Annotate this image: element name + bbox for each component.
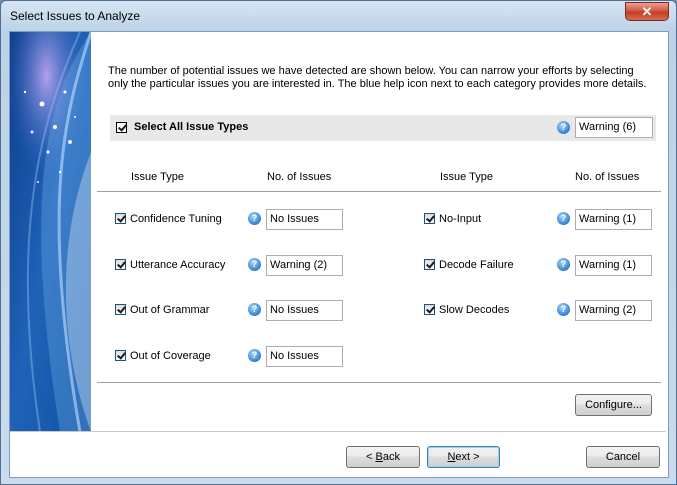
back-button[interactable]: < Back [346,446,420,468]
select-all-status-field: Warning (6) [575,117,653,138]
no-input-checkbox[interactable] [424,213,435,224]
out-of-coverage-checkbox[interactable] [115,350,126,361]
configure-button[interactable]: Configure... [575,394,652,416]
side-banner-art [10,32,91,432]
cancel-button[interactable]: Cancel [586,446,660,468]
content-panel: The number of potential issues we have d… [10,32,668,477]
confidence-tuning-checkbox[interactable] [115,213,126,224]
help-icon[interactable]: ? [248,258,261,271]
help-icon[interactable]: ? [557,121,570,134]
right-issue-type-header: Issue Type [440,171,493,183]
dialog-window: Select Issues to Analyze ✕ The number of… [0,0,677,485]
decode-failure-checkbox[interactable] [424,259,435,270]
footer-divider [10,431,666,432]
out-of-grammar-count-field: No Issues [266,300,343,321]
next-rest: ext > [455,451,480,463]
no-input-count-field: Warning (1) [575,209,652,230]
left-no-of-issues-header: No. of Issues [267,171,332,183]
confidence-tuning-label[interactable]: Confidence Tuning [130,213,222,225]
side-banner-image [10,32,91,432]
close-icon: ✕ [641,4,653,19]
out-of-coverage-count-field: No Issues [266,346,343,367]
utterance-accuracy-checkbox[interactable] [115,259,126,270]
slow-decodes-checkbox[interactable] [424,304,435,315]
left-issue-type-header: Issue Type [131,171,184,183]
out-of-grammar-label[interactable]: Out of Grammar [130,304,209,316]
slow-decodes-label[interactable]: Slow Decodes [439,304,509,316]
no-input-label[interactable]: No-Input [439,213,481,225]
back-mnemonic: B [375,451,383,463]
next-button[interactable]: Next > [427,446,500,468]
help-icon[interactable]: ? [248,349,261,362]
utterance-accuracy-count-field: Warning (2) [266,255,343,276]
back-rest: ack [382,451,400,463]
intro-text: The number of potential issues we have d… [108,65,647,90]
utterance-accuracy-label[interactable]: Utterance Accuracy [130,259,225,271]
select-all-label[interactable]: Select All Issue Types [134,121,248,133]
window-title: Select Issues to Analyze [10,9,141,23]
confidence-tuning-count-field: No Issues [266,209,343,230]
decode-failure-count-field: Warning (1) [575,255,652,276]
right-no-of-issues-header: No. of Issues [575,171,640,183]
title-bar[interactable]: Select Issues to Analyze ✕ [1,1,676,31]
dialog-client-area: The number of potential issues we have d… [9,31,669,478]
help-icon[interactable]: ? [248,212,261,225]
close-button[interactable]: ✕ [625,2,669,21]
help-icon[interactable]: ? [248,303,261,316]
help-icon[interactable]: ? [557,258,570,271]
out-of-grammar-checkbox[interactable] [115,304,126,315]
help-icon[interactable]: ? [557,303,570,316]
lower-divider [97,382,661,383]
header-divider [97,191,661,192]
decode-failure-label[interactable]: Decode Failure [439,259,514,271]
back-prefix: < [366,451,376,463]
select-all-bar: Select All Issue Types ? Warning (6) [110,115,656,141]
select-all-checkbox[interactable] [116,122,127,133]
slow-decodes-count-field: Warning (2) [575,300,652,321]
help-icon[interactable]: ? [557,212,570,225]
out-of-coverage-label[interactable]: Out of Coverage [130,350,211,362]
